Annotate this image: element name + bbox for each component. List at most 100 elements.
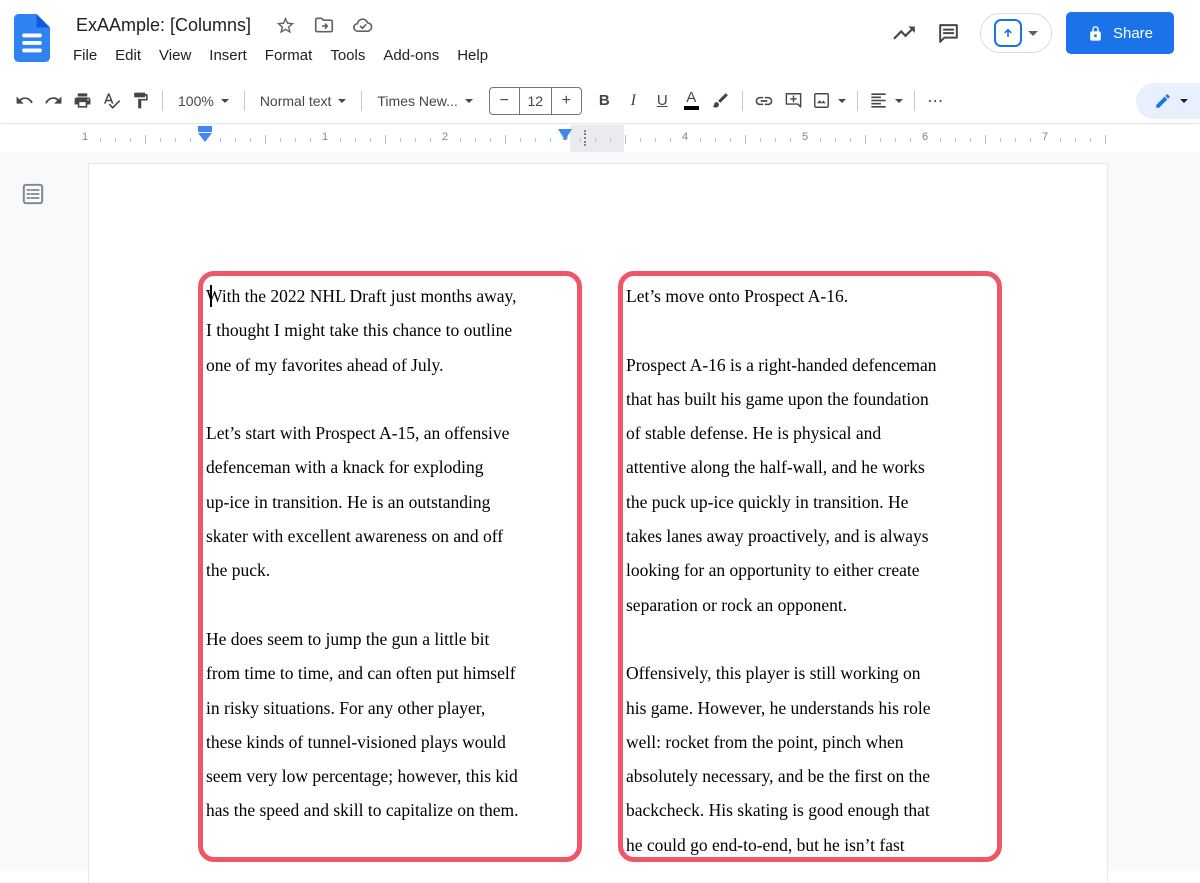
- doc-text-line[interactable]: Let’s start with Prospect A-15, an offen…: [206, 416, 573, 450]
- star-icon[interactable]: [274, 14, 296, 36]
- highlight-color-button[interactable]: [706, 85, 735, 117]
- doc-text-line[interactable]: backcheck. His skating is good enough th…: [626, 793, 993, 827]
- undo-button[interactable]: [10, 85, 39, 117]
- column-gap-region: [570, 125, 624, 152]
- ruler-tick: [850, 138, 851, 142]
- menu-view[interactable]: View: [150, 44, 200, 67]
- document-canvas: With the 2022 NHL Draft just months away…: [0, 152, 1200, 871]
- menu-format[interactable]: Format: [256, 44, 322, 67]
- zoom-select[interactable]: 100%: [170, 85, 237, 117]
- text-color-button[interactable]: A: [677, 85, 706, 117]
- ruler-tick: [400, 138, 401, 142]
- comments-icon[interactable]: [926, 11, 970, 55]
- activity-icon[interactable]: [882, 11, 926, 55]
- column-gap-handle[interactable]: [584, 130, 586, 146]
- italic-button[interactable]: I: [619, 85, 648, 117]
- paragraph-style-select[interactable]: Normal text: [252, 85, 355, 117]
- ruler-tick: [610, 138, 611, 142]
- doc-text-line[interactable]: one of my favorites ahead of July.: [206, 348, 573, 382]
- menu-addons[interactable]: Add-ons: [374, 44, 448, 67]
- doc-text-line[interactable]: up-ice in transition. He is an outstandi…: [206, 485, 573, 519]
- doc-text-line[interactable]: seem very low percentage; however, this …: [206, 759, 573, 793]
- first-line-indent-marker[interactable]: [198, 126, 212, 132]
- document-title[interactable]: ExAAmple: [Columns]: [70, 13, 257, 38]
- ruler-tick: [475, 138, 476, 142]
- toolbar: 100% Normal text Times New... − 12 + B I…: [0, 78, 1200, 124]
- font-size-value[interactable]: 12: [519, 88, 552, 114]
- editing-mode-button[interactable]: [1136, 83, 1200, 119]
- menu-edit[interactable]: Edit: [106, 44, 150, 67]
- ruler[interactable]: 11234567: [0, 125, 1200, 152]
- doc-text-line[interactable]: He does seem to jump the gun a little bi…: [206, 622, 573, 656]
- decrease-font-size-button[interactable]: −: [490, 88, 519, 114]
- more-options-button[interactable]: ⋯: [922, 85, 951, 117]
- right-indent-marker[interactable]: [558, 129, 572, 140]
- doc-text-line[interactable]: takes lanes away proactively, and is alw…: [626, 519, 993, 553]
- insert-link-button[interactable]: [750, 85, 779, 117]
- ruler-tick: [1015, 138, 1016, 142]
- align-button[interactable]: [865, 85, 907, 117]
- doc-text-line[interactable]: of stable defense. He is physical and: [626, 416, 993, 450]
- menu-help[interactable]: Help: [448, 44, 497, 67]
- doc-text-line[interactable]: Let’s move onto Prospect A-16.: [626, 279, 993, 313]
- underline-button[interactable]: U: [648, 85, 677, 117]
- text-column-right[interactable]: Let’s move onto Prospect A-16. Prospect A…: [618, 271, 1002, 862]
- doc-text-line[interactable]: attentive along the half-wall, and he wo…: [626, 450, 993, 484]
- ruler-tick: [430, 138, 431, 142]
- docs-logo[interactable]: [14, 14, 50, 62]
- doc-text-line[interactable]: the puck up-ice quickly in transition. H…: [626, 485, 993, 519]
- doc-text-line[interactable]: he could go end-to-end, but he isn’t fas…: [626, 828, 993, 862]
- ruler-tick: [940, 138, 941, 142]
- document-outline-icon[interactable]: [20, 181, 46, 207]
- doc-text-line[interactable]: Prospect A-16 is a right-handed defencem…: [626, 348, 993, 382]
- doc-text-line[interactable]: separation or rock an opponent.: [626, 588, 993, 622]
- spellcheck-button[interactable]: [97, 85, 126, 117]
- font-family-select[interactable]: Times New...: [369, 85, 480, 117]
- ruler-tick: [820, 138, 821, 142]
- insert-image-button[interactable]: [808, 85, 850, 117]
- doc-text-line[interactable]: has the speed and skill to capitalize on…: [206, 793, 573, 827]
- cloud-status-icon[interactable]: [352, 14, 374, 36]
- bold-button[interactable]: B: [590, 85, 619, 117]
- doc-text-line[interactable]: absolutely necessary, and be the first o…: [626, 759, 993, 793]
- add-comment-button[interactable]: [779, 85, 808, 117]
- ruler-tick: [895, 138, 896, 142]
- doc-blank-line[interactable]: [626, 622, 993, 656]
- ruler-tick: [580, 138, 581, 142]
- doc-text-line[interactable]: the puck.: [206, 553, 573, 587]
- menu-insert[interactable]: Insert: [200, 44, 256, 67]
- menu-file[interactable]: File: [64, 44, 106, 67]
- increase-font-size-button[interactable]: +: [552, 88, 581, 114]
- print-button[interactable]: [68, 85, 97, 117]
- menu-tools[interactable]: Tools: [321, 44, 374, 67]
- doc-text-line[interactable]: his game. However, he understands his ro…: [626, 691, 993, 725]
- ruler-tick: [595, 138, 596, 142]
- doc-text-line[interactable]: Offensively, this player is still workin…: [626, 656, 993, 690]
- doc-text-line[interactable]: these kinds of tunnel-visioned plays wou…: [206, 725, 573, 759]
- doc-text-line[interactable]: well: rocket from the point, pinch when: [626, 725, 993, 759]
- share-button[interactable]: Share: [1066, 12, 1174, 54]
- doc-text-line[interactable]: With the 2022 NHL Draft just months away…: [206, 279, 573, 313]
- redo-button[interactable]: [39, 85, 68, 117]
- mode-selector-button[interactable]: [980, 13, 1052, 53]
- paint-format-button[interactable]: [126, 85, 155, 117]
- style-dropdown-arrow: [338, 99, 346, 103]
- doc-text-line[interactable]: I thought I might take this chance to ou…: [206, 313, 573, 347]
- doc-text-line[interactable]: that has built his game upon the foundat…: [626, 382, 993, 416]
- zoom-dropdown-arrow: [221, 99, 229, 103]
- doc-blank-line[interactable]: [206, 382, 573, 416]
- doc-blank-line[interactable]: [206, 588, 573, 622]
- doc-text-line[interactable]: in risky situations. For any other playe…: [206, 691, 573, 725]
- header-actions: Share: [882, 10, 1174, 56]
- doc-text-line[interactable]: looking for an opportunity to either cre…: [626, 553, 993, 587]
- doc-text-line[interactable]: defenceman with a knack for exploding: [206, 450, 573, 484]
- text-column-left[interactable]: With the 2022 NHL Draft just months away…: [198, 271, 582, 862]
- doc-blank-line[interactable]: [626, 313, 993, 347]
- doc-text-line[interactable]: from time to time, and can often put him…: [206, 656, 573, 690]
- app-header: ExAAmple: [Columns] File Edit View Inser…: [0, 0, 1200, 78]
- doc-text-line[interactable]: skater with excellent awareness on and o…: [206, 519, 573, 553]
- left-indent-marker[interactable]: [198, 133, 212, 142]
- move-folder-icon[interactable]: [313, 14, 335, 36]
- document-page[interactable]: With the 2022 NHL Draft just months away…: [88, 163, 1108, 883]
- ruler-number: 1: [82, 131, 88, 143]
